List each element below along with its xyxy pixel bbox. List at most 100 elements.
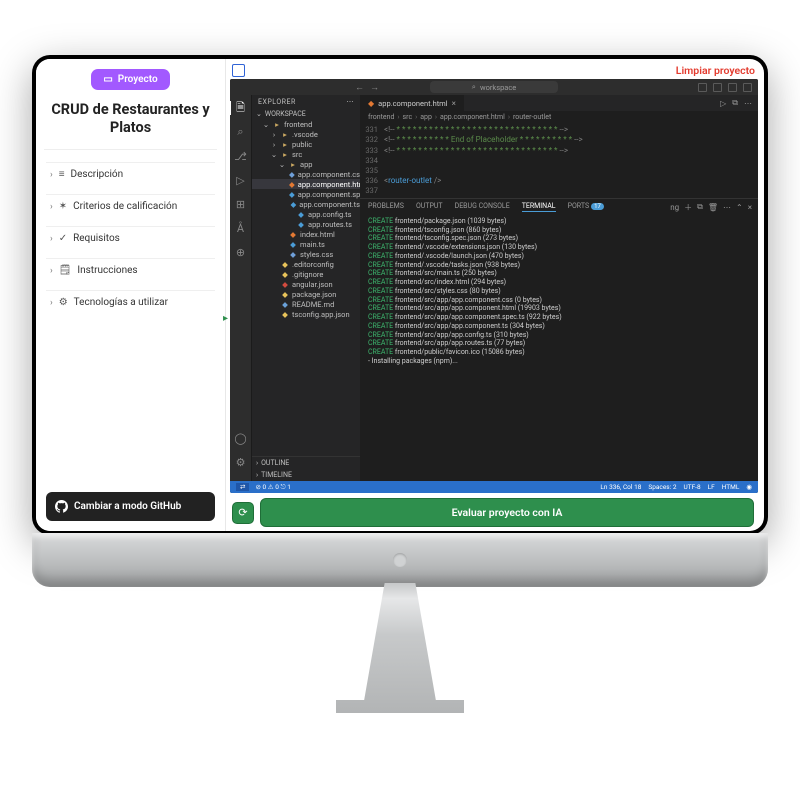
sidebar-item-tecnologias[interactable]: › ⚙ Tecnologías a utilizar bbox=[46, 290, 215, 314]
refresh-button[interactable]: ⟳ bbox=[232, 502, 254, 524]
tab-app-component-html[interactable]: ◆ app.component.html × bbox=[360, 95, 465, 111]
layout-toggle-2-icon[interactable] bbox=[713, 83, 722, 92]
file-row[interactable]: ◆main.ts bbox=[252, 239, 360, 249]
file-row[interactable]: ◆README.md bbox=[252, 299, 360, 309]
file-row[interactable]: ◆app.component.spec.ts bbox=[252, 189, 360, 199]
status-problems[interactable]: ⊘ 0 ⚠ 0 ⎋ 1 bbox=[255, 483, 290, 492]
terminal[interactable]: CREATE frontend/package.json (1039 bytes… bbox=[360, 215, 758, 370]
more-icon[interactable]: ⋯ bbox=[723, 203, 731, 212]
sidebar-item-requisitos[interactable]: › ✓ Requisitos bbox=[46, 226, 215, 250]
file-row[interactable]: ◆app.component.css bbox=[252, 169, 360, 179]
breadcrumb-segment[interactable]: src bbox=[403, 113, 413, 121]
search-icon[interactable]: ⌕ bbox=[234, 125, 248, 139]
file-row[interactable]: ◆angular.json bbox=[252, 279, 360, 289]
sidebar-item-criterios[interactable]: › ✶ Criterios de calificación bbox=[46, 194, 215, 218]
code-editor[interactable]: 331<!-- * * * * * * * * * * * * * * * * … bbox=[360, 123, 758, 198]
terminal-line: CREATE frontend/.vscode/tasks.json (938 … bbox=[368, 261, 750, 270]
notes-icon: 🗒 bbox=[59, 265, 72, 276]
file-row[interactable]: ◆package.json bbox=[252, 289, 360, 299]
chevron-right-icon: › bbox=[50, 202, 53, 212]
split-terminal-icon[interactable]: ⧉ bbox=[697, 202, 703, 212]
remote-indicator-icon[interactable]: ⇄ bbox=[236, 483, 249, 491]
project-badge: ▭ Proyecto bbox=[91, 69, 169, 90]
resize-handle-icon[interactable]: ▸ bbox=[223, 314, 229, 324]
workspace-section[interactable]: ⌄ WORKSPACE bbox=[252, 109, 360, 119]
breadcrumb-segment[interactable]: app bbox=[420, 113, 432, 121]
outline-section[interactable]: › OUTLINE bbox=[252, 457, 360, 469]
command-center[interactable]: ⌕ workspace bbox=[430, 81, 559, 93]
folder-row[interactable]: ›▸.vscode bbox=[252, 129, 360, 139]
vscode-titlebar: ← → ⌕ workspace bbox=[230, 79, 758, 95]
explorer-header: EXPLORER ⋯ bbox=[252, 95, 360, 109]
file-row[interactable]: ◆index.html bbox=[252, 229, 360, 239]
folder-row[interactable]: ⌄▸app bbox=[252, 159, 360, 169]
file-row[interactable]: ◆app.routes.ts bbox=[252, 219, 360, 229]
layout-toggle-1-icon[interactable] bbox=[698, 83, 707, 92]
folder-row[interactable]: ›▸public bbox=[252, 139, 360, 149]
file-icon: ◆ bbox=[289, 190, 295, 199]
run-icon[interactable]: ▷ bbox=[720, 99, 726, 108]
layout-toggle-4-icon[interactable] bbox=[743, 83, 752, 92]
line-number: 337 bbox=[360, 186, 384, 196]
panel-tab-ports[interactable]: PORTS17 bbox=[568, 202, 604, 212]
trash-icon[interactable]: 🗑 bbox=[708, 203, 718, 212]
file-name: package.json bbox=[292, 290, 336, 299]
back-icon[interactable]: ← bbox=[355, 82, 364, 93]
status-item[interactable]: LF bbox=[708, 483, 715, 491]
folder-row[interactable]: ⌄▸src bbox=[252, 149, 360, 159]
clear-project-button[interactable]: Limpiar proyecto bbox=[676, 64, 755, 77]
test-icon[interactable]: Å bbox=[234, 221, 248, 235]
file-row[interactable]: ◆.editorconfig bbox=[252, 259, 360, 269]
shell-label: ng bbox=[670, 203, 679, 212]
timeline-section[interactable]: › TIMELINE bbox=[252, 469, 360, 481]
run-debug-icon[interactable]: ▷ bbox=[234, 173, 248, 187]
chevron-right-icon: › bbox=[256, 471, 258, 479]
explorer-icon[interactable]: 🗎 bbox=[234, 101, 248, 115]
forward-icon[interactable]: → bbox=[370, 82, 379, 93]
status-item[interactable]: UTF-8 bbox=[683, 483, 700, 491]
account-icon[interactable]: ◯ bbox=[234, 431, 248, 445]
sidebar-item-instrucciones[interactable]: › 🗒 Instrucciones bbox=[46, 258, 215, 282]
file-row[interactable]: ◆.gitignore bbox=[252, 269, 360, 279]
new-terminal-icon[interactable]: ＋ bbox=[684, 202, 692, 213]
breadcrumb-segment[interactable]: app.component.html bbox=[440, 113, 505, 121]
panel-tab-debug-console[interactable]: DEBUG CONSOLE bbox=[455, 202, 510, 212]
file-row[interactable]: ◆styles.css bbox=[252, 249, 360, 259]
file-row[interactable]: ◆app.component.html bbox=[252, 179, 360, 189]
status-item[interactable]: ◉ bbox=[746, 483, 752, 491]
sidebar-item-descripcion[interactable]: › ≡ Descripción bbox=[46, 162, 215, 186]
file-row[interactable]: ◆tsconfig.app.json bbox=[252, 309, 360, 319]
file-row[interactable]: ◆app.config.ts bbox=[252, 209, 360, 219]
file-icon: ◆ bbox=[281, 310, 289, 319]
expand-icon[interactable] bbox=[232, 64, 245, 77]
line-number: 334 bbox=[360, 156, 384, 166]
file-row[interactable]: ◆app.component.ts bbox=[252, 199, 360, 209]
more-icon[interactable]: ⋯ bbox=[347, 98, 355, 106]
breadcrumb[interactable]: frontend›src›app›app.component.html›rout… bbox=[360, 111, 758, 123]
breadcrumb-segment[interactable]: frontend bbox=[368, 113, 394, 121]
github-mode-button[interactable]: Cambiar a modo GitHub bbox=[46, 492, 215, 521]
maximize-panel-icon[interactable]: ⌃ bbox=[736, 203, 743, 212]
close-icon[interactable]: × bbox=[452, 99, 456, 108]
status-item[interactable]: Spaces: 2 bbox=[648, 483, 676, 491]
layout-toggle-3-icon[interactable] bbox=[728, 83, 737, 92]
folder-row[interactable]: ⌄▸frontend bbox=[252, 119, 360, 129]
evaluate-project-button[interactable]: Evaluar proyecto con IA bbox=[260, 498, 754, 527]
close-panel-icon[interactable]: × bbox=[748, 203, 752, 212]
status-item[interactable]: HTML bbox=[722, 483, 740, 491]
terminal-line: CREATE frontend/tsconfig.json (860 bytes… bbox=[368, 226, 750, 235]
source-control-icon[interactable]: ⎇ bbox=[234, 149, 248, 163]
line-number: 331 bbox=[360, 125, 384, 135]
extensions-icon[interactable]: ⊞ bbox=[234, 197, 248, 211]
more-icon[interactable]: ⋯ bbox=[744, 99, 752, 108]
sidebar-item-label: Instrucciones bbox=[77, 265, 137, 276]
remote-icon[interactable]: ⊕ bbox=[234, 245, 248, 259]
panel-tab-problems[interactable]: PROBLEMS bbox=[368, 202, 404, 212]
panel-tab-output[interactable]: OUTPUT bbox=[416, 202, 443, 212]
split-editor-icon[interactable]: ⧉ bbox=[732, 98, 738, 108]
status-item[interactable]: Ln 336, Col 18 bbox=[600, 483, 641, 491]
settings-gear-icon[interactable]: ⚙ bbox=[234, 455, 248, 469]
panel-tab-terminal[interactable]: TERMINAL bbox=[522, 202, 556, 212]
breadcrumb-segment[interactable]: router-outlet bbox=[513, 113, 551, 121]
panel-tabs: PROBLEMS OUTPUT DEBUG CONSOLE TERMINAL PORTS… bbox=[360, 199, 758, 215]
